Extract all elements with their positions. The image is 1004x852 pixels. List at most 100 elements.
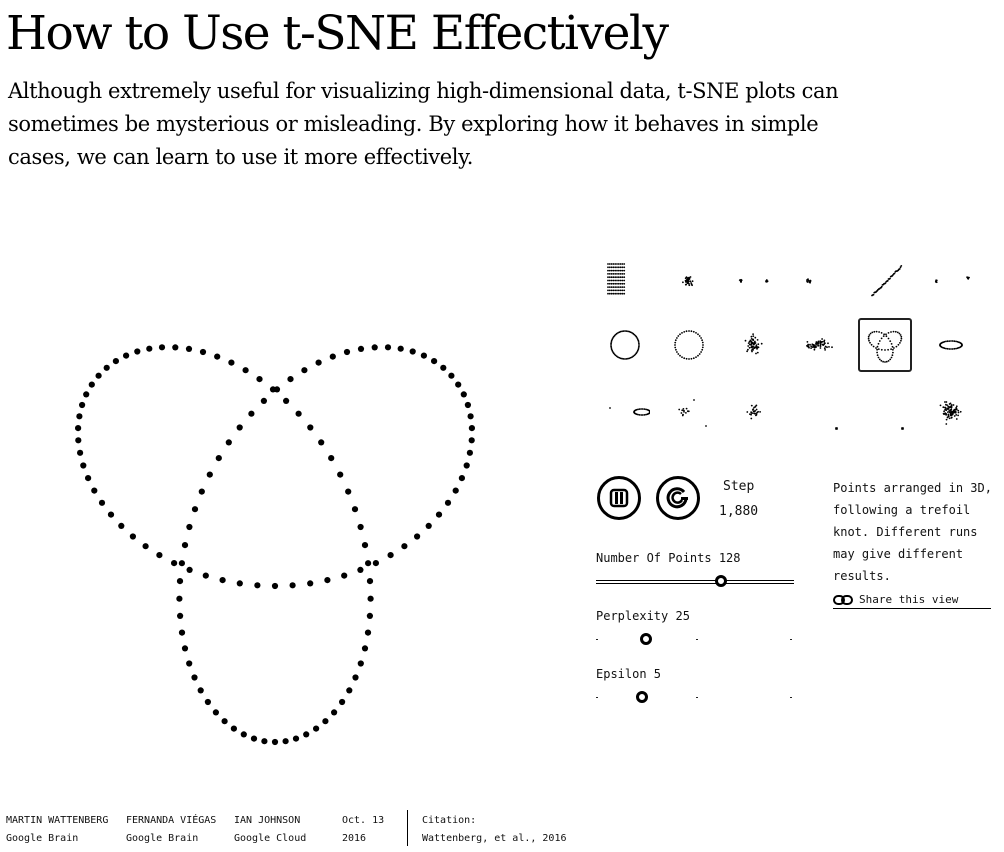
thumbnail-point bbox=[823, 340, 825, 343]
pause-button[interactable] bbox=[597, 476, 641, 520]
thumbnail-point bbox=[692, 330, 695, 333]
data-point bbox=[435, 511, 443, 518]
thumbnail-point bbox=[616, 286, 618, 288]
data-point bbox=[366, 578, 374, 585]
author-affiliation[interactable]: Google Brain bbox=[126, 830, 216, 848]
dataset-thumbnail-elongated-gaussian[interactable] bbox=[792, 318, 846, 372]
share-link[interactable]: Share this view bbox=[833, 593, 991, 609]
slider-knob[interactable] bbox=[714, 575, 727, 587]
dataset-thumbnail-three-clusters[interactable] bbox=[792, 254, 846, 308]
dataset-thumbnail-linked-rings[interactable] bbox=[924, 318, 978, 372]
data-point bbox=[230, 725, 237, 732]
author-affiliation[interactable]: Google Cloud bbox=[234, 830, 306, 848]
thumbnail-point bbox=[610, 263, 613, 265]
dataset-thumbnail-uniform-small[interactable] bbox=[858, 384, 912, 438]
thumbnail-point bbox=[747, 342, 750, 344]
data-point bbox=[129, 533, 136, 540]
thumbnail-point bbox=[827, 342, 829, 345]
dataset-thumbnail-circle[interactable] bbox=[598, 318, 652, 372]
thumbnail-point bbox=[674, 346, 677, 349]
thumbnail-point bbox=[819, 342, 821, 344]
data-point bbox=[202, 572, 209, 579]
epsilon-slider[interactable] bbox=[596, 691, 794, 703]
thumbnail-point bbox=[870, 343, 873, 346]
thumbnail-point bbox=[867, 337, 870, 340]
thumbnail-point bbox=[806, 345, 809, 348]
thumbnail-point bbox=[806, 341, 809, 343]
thumbnail-point bbox=[740, 280, 742, 282]
author-affiliation[interactable]: Google Brain bbox=[6, 830, 108, 848]
thumbnail-point bbox=[942, 412, 945, 415]
dataset-thumbnail-circle-random[interactable] bbox=[662, 318, 716, 372]
restart-button[interactable] bbox=[656, 476, 700, 520]
thumbnail-point bbox=[949, 402, 952, 405]
data-point bbox=[256, 376, 263, 383]
thumbnail-point bbox=[877, 342, 880, 345]
thumbnail-point bbox=[619, 263, 622, 265]
dataset-thumbnail-subset-clusters[interactable] bbox=[792, 384, 846, 438]
perplexity-slider[interactable] bbox=[596, 633, 794, 645]
thumbnail-preview bbox=[674, 330, 704, 360]
dataset-thumbnail-gaussian-cloud[interactable] bbox=[662, 254, 716, 308]
slider-knob[interactable] bbox=[635, 691, 648, 703]
thumbnail-point bbox=[882, 335, 885, 337]
thumbnail-point bbox=[750, 417, 753, 420]
dataset-thumbnail-nested-clusters[interactable] bbox=[924, 384, 978, 438]
thumbnail-point bbox=[951, 340, 954, 342]
thumbnail-point bbox=[891, 345, 894, 348]
data-point bbox=[176, 578, 184, 585]
thumbnail-point bbox=[889, 277, 891, 280]
dataset-thumbnail-random-jump[interactable] bbox=[727, 384, 781, 438]
dataset-thumbnail-orthogonal-steps[interactable] bbox=[662, 384, 716, 438]
thumbnail-point bbox=[947, 408, 950, 410]
footer-divider bbox=[407, 810, 408, 846]
data-point bbox=[324, 577, 331, 584]
thumbnail-point bbox=[640, 408, 642, 410]
author-name[interactable]: IAN JOHNSON bbox=[234, 812, 306, 830]
thumbnail-point bbox=[950, 417, 953, 419]
data-point bbox=[318, 439, 325, 446]
thumbnail-point bbox=[675, 348, 677, 351]
thumbnail-point bbox=[880, 359, 883, 362]
author-name[interactable]: MARTIN WATTENBERG bbox=[6, 812, 108, 830]
thumbnail-point bbox=[753, 342, 755, 345]
thumbnail-point bbox=[877, 348, 880, 350]
data-point bbox=[372, 560, 379, 567]
thumbnail-point bbox=[872, 293, 875, 296]
thumbnail-point bbox=[612, 269, 615, 272]
thumbnail-point bbox=[623, 286, 626, 288]
thumbnail-point bbox=[610, 269, 613, 272]
data-point bbox=[215, 455, 222, 462]
thumbnail-point bbox=[681, 356, 683, 358]
citation-value[interactable]: Wattenberg, et al., 2016 bbox=[422, 830, 567, 848]
thumbnail-point bbox=[608, 273, 611, 275]
dataset-thumbnail-grid[interactable] bbox=[598, 254, 652, 308]
author-name[interactable]: FERNANDA VIÉGAS bbox=[126, 812, 216, 830]
thumbnail-point bbox=[885, 335, 888, 338]
thumbnail-point bbox=[950, 340, 952, 342]
thumbnail-point bbox=[607, 282, 609, 285]
dataset-thumbnail-trefoil-knot[interactable] bbox=[858, 318, 912, 372]
dataset-thumbnail-two-clusters[interactable] bbox=[727, 254, 781, 308]
dataset-thumbnail-unlinked-rings[interactable] bbox=[598, 384, 652, 438]
dataset-thumbnail-random-walk[interactable] bbox=[924, 254, 978, 308]
thumbnail-point bbox=[749, 340, 752, 342]
thumbnail-point bbox=[617, 276, 620, 279]
thumbnail-point bbox=[944, 412, 947, 415]
thumbnail-point bbox=[612, 273, 615, 275]
dataset-thumbnail-long-line[interactable] bbox=[858, 254, 912, 308]
points-slider[interactable] bbox=[596, 575, 794, 587]
data-point bbox=[181, 645, 189, 652]
dataset-thumbnail-gaussian-3d[interactable] bbox=[727, 318, 781, 372]
thumbnail-point bbox=[824, 349, 826, 351]
data-point bbox=[357, 566, 364, 573]
thumbnail-point bbox=[612, 289, 615, 292]
thumbnail-point bbox=[695, 356, 697, 358]
thumbnail-point bbox=[813, 348, 816, 351]
data-point bbox=[307, 424, 314, 431]
thumbnail-point bbox=[682, 281, 684, 284]
thumbnail-point bbox=[819, 345, 822, 347]
slider-knob[interactable] bbox=[639, 633, 652, 645]
thumbnail-preview bbox=[607, 263, 626, 295]
thumbnail-point bbox=[746, 350, 748, 353]
